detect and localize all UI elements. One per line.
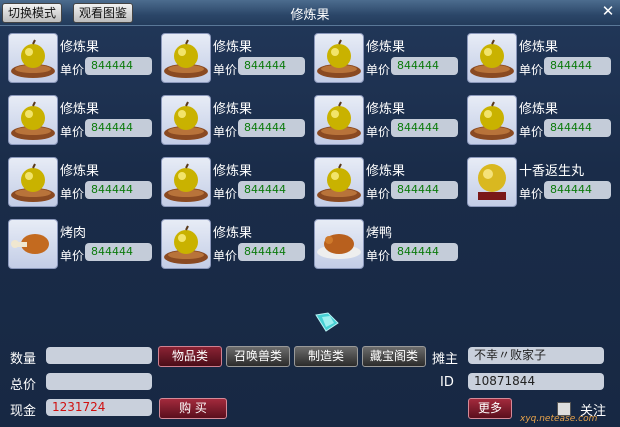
- item-name: 修炼果: [60, 102, 100, 117]
- price-value: 844444: [238, 119, 305, 137]
- price-value: 844444: [238, 243, 305, 261]
- price-label: 单价: [60, 187, 85, 201]
- fruit-icon[interactable]: [161, 95, 211, 145]
- price-label: 单价: [60, 249, 85, 263]
- item-slot[interactable]: 修炼果单价 844444: [8, 157, 158, 217]
- price-value: 844444: [391, 119, 458, 137]
- cash-label: 现金: [10, 404, 37, 419]
- price-label: 单价: [213, 187, 238, 201]
- price-value: 844444: [544, 57, 611, 75]
- price-value: 844444: [85, 181, 152, 199]
- item-slot[interactable]: 修炼果单价 844444: [314, 95, 464, 155]
- price-label: 单价: [60, 125, 85, 139]
- cash-field: 1231724: [46, 399, 152, 416]
- item-name: 修炼果: [60, 164, 100, 179]
- fruit-icon[interactable]: [8, 157, 58, 207]
- fruit-icon[interactable]: [161, 219, 211, 269]
- roast-duck-icon[interactable]: [314, 219, 364, 269]
- price-label: 单价: [519, 63, 544, 77]
- item-slot[interactable]: 修炼果单价 844444: [467, 33, 617, 93]
- category-pets-button[interactable]: 召唤兽类: [226, 346, 290, 367]
- item-slot[interactable]: 修炼果单价 844444: [161, 157, 311, 217]
- item-name: 修炼果: [213, 40, 253, 55]
- stall-window: 切换模式 观看图鉴 修炼果 ✕ 修炼果 单价 844444 修炼果 单价 844444 修炼…: [0, 0, 620, 427]
- price-value: 844444: [391, 181, 458, 199]
- item-name: 修炼果: [213, 102, 253, 117]
- item-name: 修炼果: [60, 40, 100, 55]
- price-label: 单价: [366, 249, 391, 263]
- price-label: 单价: [213, 249, 238, 263]
- category-treasure-button[interactable]: 藏宝阁类: [362, 346, 426, 367]
- window-title: 修炼果: [290, 8, 330, 23]
- item-name: 烤鸭: [366, 226, 393, 241]
- item-name: 修炼果: [366, 102, 406, 117]
- total-field: [46, 373, 152, 390]
- id-field: 10871844: [468, 373, 604, 390]
- quantity-input[interactable]: [46, 347, 152, 364]
- item-slot[interactable]: 修炼果单价 844444: [467, 95, 617, 155]
- item-name: 烤肉: [60, 226, 87, 241]
- gem-icon: [315, 312, 339, 332]
- fruit-icon[interactable]: [314, 157, 364, 207]
- more-button[interactable]: 更多: [468, 398, 512, 419]
- price-value: 844444: [391, 57, 458, 75]
- total-label: 总价: [10, 378, 37, 393]
- item-name: 修炼果: [366, 40, 406, 55]
- roast-meat-icon[interactable]: [8, 219, 58, 269]
- fruit-icon[interactable]: [161, 157, 211, 207]
- item-slot[interactable]: 修炼果单价 844444: [161, 219, 311, 279]
- price-value: 844444: [238, 181, 305, 199]
- fruit-icon[interactable]: [161, 33, 211, 83]
- owner-label: 摊主: [432, 352, 459, 367]
- price-label: 单价: [213, 63, 238, 77]
- price-label: 单价: [60, 63, 85, 77]
- price-value: 844444: [85, 119, 152, 137]
- fruit-icon[interactable]: [314, 33, 364, 83]
- item-slot[interactable]: 修炼果单价 844444: [161, 33, 311, 93]
- price-value: 844444: [544, 119, 611, 137]
- fruit-icon[interactable]: [467, 95, 517, 145]
- item-slot[interactable]: 修炼果单价 844444: [161, 95, 311, 155]
- fruit-icon[interactable]: [8, 33, 58, 83]
- buy-button[interactable]: 购 买: [159, 398, 227, 419]
- watermark-text: xyq.netease.com: [520, 414, 598, 424]
- item-slot[interactable]: 烤鸭单价 844444: [314, 219, 464, 279]
- item-name: 修炼果: [519, 102, 559, 117]
- fruit-icon[interactable]: [8, 95, 58, 145]
- price-value: 844444: [391, 243, 458, 261]
- price-label: 单价: [366, 125, 391, 139]
- price-value: 844444: [238, 57, 305, 75]
- item-slot[interactable]: 修炼果单价 844444: [314, 33, 464, 93]
- price-label: 单价: [366, 63, 391, 77]
- price-value: 844444: [85, 57, 152, 75]
- pill-icon[interactable]: [467, 157, 517, 207]
- price-label: 单价: [213, 125, 238, 139]
- item-name: 修炼果: [213, 164, 253, 179]
- price-label: 单价: [519, 125, 544, 139]
- price-label: 单价: [519, 187, 544, 201]
- quantity-label: 数量: [10, 352, 37, 367]
- fruit-icon[interactable]: [467, 33, 517, 83]
- price-label: 单价: [366, 187, 391, 201]
- item-name: 修炼果: [366, 164, 406, 179]
- category-items-button[interactable]: 物品类: [158, 346, 222, 367]
- id-label: ID: [440, 375, 454, 390]
- price-value: 844444: [544, 181, 611, 199]
- close-icon[interactable]: ✕: [600, 3, 616, 19]
- item-slot[interactable]: 烤肉单价 844444: [8, 219, 158, 279]
- category-crafting-button[interactable]: 制造类: [294, 346, 358, 367]
- item-name: 修炼果: [213, 226, 253, 241]
- fruit-icon[interactable]: [314, 95, 364, 145]
- item-slot[interactable]: 修炼果单价 844444: [8, 95, 158, 155]
- item-name: 修炼果: [519, 40, 559, 55]
- item-slot[interactable]: 十香返生丸单价 844444: [467, 157, 617, 217]
- price-value: 844444: [85, 243, 152, 261]
- item-name: 十香返生丸: [519, 164, 585, 179]
- item-slot[interactable]: 修炼果单价 844444: [314, 157, 464, 217]
- title-bar: 切换模式 观看图鉴 修炼果 ✕: [0, 0, 620, 26]
- owner-field: 不幸〃败家子: [468, 347, 604, 364]
- item-slot[interactable]: 修炼果单价 844444: [8, 33, 158, 93]
